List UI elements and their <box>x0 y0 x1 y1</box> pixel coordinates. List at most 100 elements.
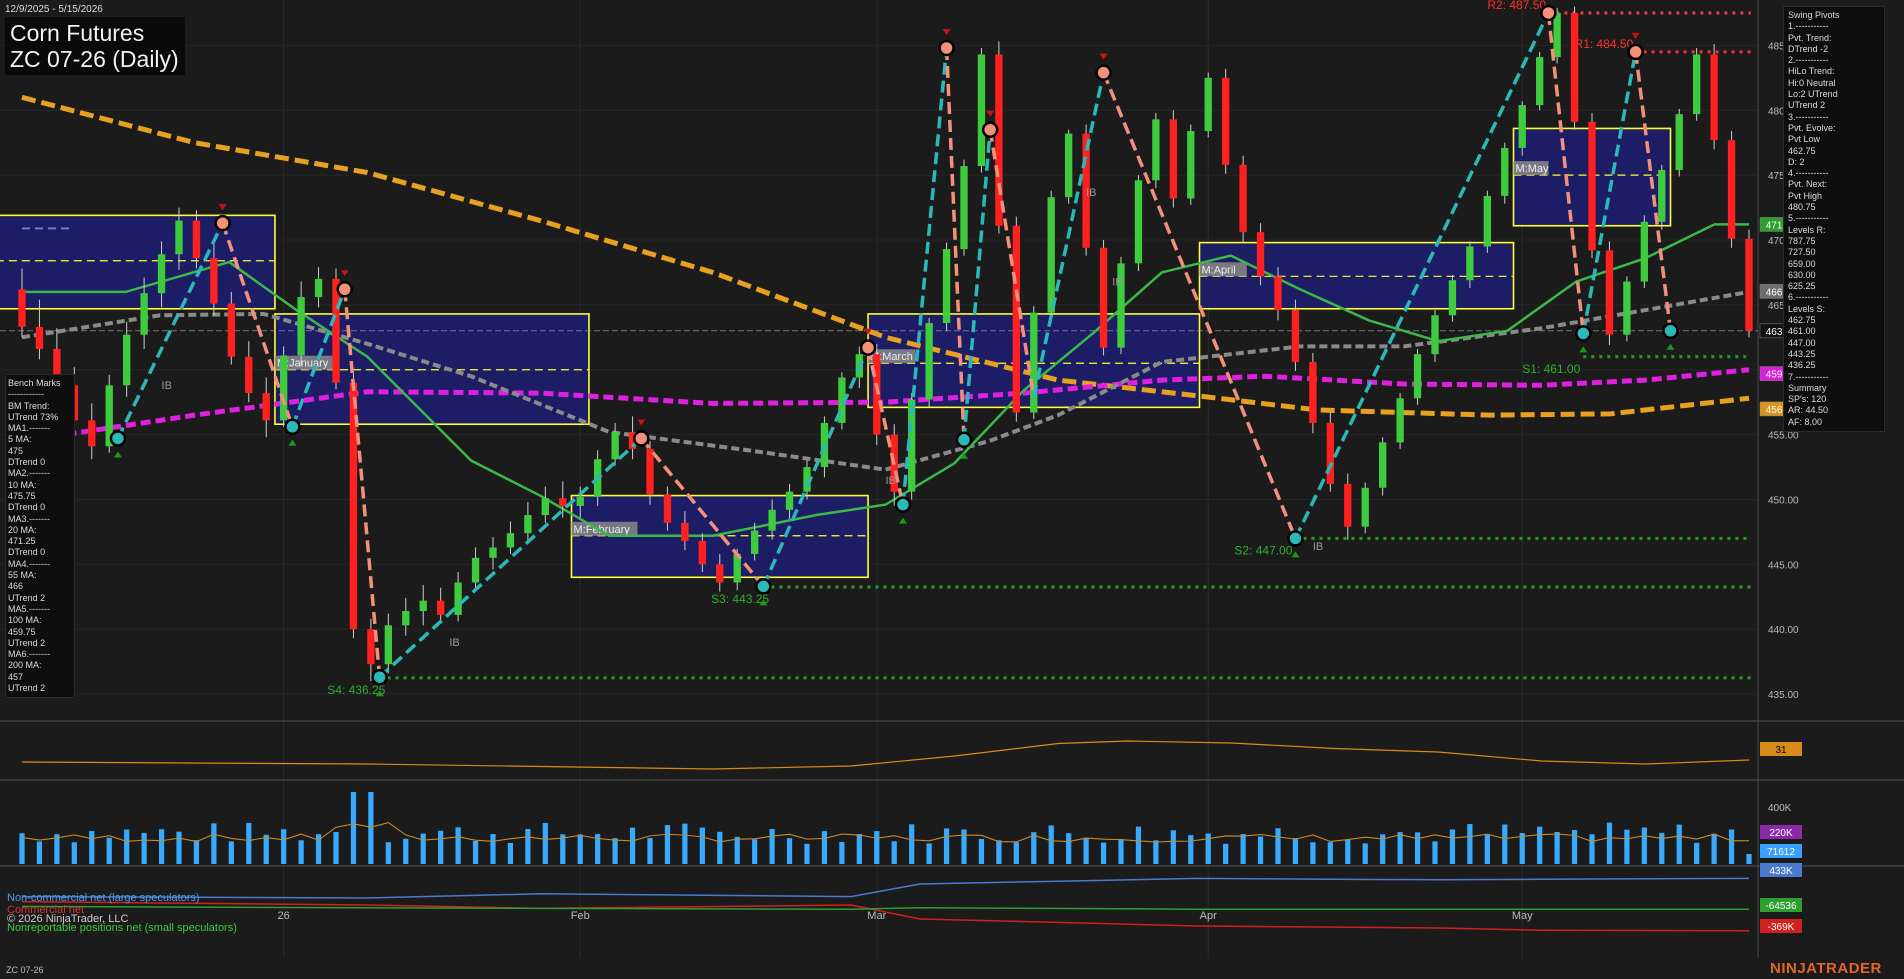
swing-pivots-line: 480.75 <box>1788 202 1816 213</box>
candle-body <box>1274 276 1282 311</box>
candle-body <box>1448 280 1457 316</box>
bench-marks-line: MA4.------- <box>8 558 50 569</box>
candle-body <box>1745 238 1753 331</box>
pivot-low-arrow <box>1291 551 1300 558</box>
swing-pivots-line: 4.----------- <box>1788 168 1829 179</box>
swing-pivots-line: Pvt High <box>1788 190 1823 201</box>
time-tick-label: Apr <box>1200 910 1217 922</box>
candle-body <box>175 220 183 255</box>
swing-pivots-lines: 1.----------- Pvt. Trend: DTrend -2 2.-----… <box>1788 21 1880 428</box>
pivot-high-arrow <box>986 110 995 117</box>
candle-body <box>1256 232 1265 277</box>
cot-noncommercial-line <box>21 877 1750 899</box>
swing-pivots-line: 436.25 <box>1788 360 1816 371</box>
bench-marks-line: 475.75 <box>8 490 36 501</box>
chart-title: Corn Futures ZC 07-26 (Daily) <box>5 17 185 75</box>
candle-body <box>559 498 567 506</box>
bench-marks-line: MA1.------- <box>8 423 50 434</box>
pivot-high-marker <box>336 281 353 298</box>
price-tick-label: 455.00 <box>1768 431 1799 442</box>
level-label: S2: 447.00 <box>1234 543 1292 557</box>
bench-marks-line: 459.75 <box>8 626 36 637</box>
candle-body <box>663 494 672 523</box>
swing-pivots-line: 443.25 <box>1788 348 1816 359</box>
candle-body <box>1727 140 1736 239</box>
candle-body <box>1658 169 1666 222</box>
candle-body <box>402 611 410 626</box>
bench-marks-line: UTrend 73% <box>8 411 59 422</box>
bench-marks-line: 20 MA: <box>8 524 37 535</box>
swing-pivots-line: 2.----------- <box>1788 55 1829 66</box>
candle-body <box>1675 114 1683 170</box>
candle-body <box>541 498 549 516</box>
bench-marks-line: 55 MA: <box>8 570 37 581</box>
candle-body <box>751 530 759 554</box>
bench-marks-line: DTrend 0 <box>8 457 46 468</box>
candle-body <box>471 557 480 583</box>
candle-body <box>1379 442 1387 488</box>
candle-body <box>1065 133 1073 198</box>
pivot-high-marker <box>633 430 650 447</box>
chart-canvas[interactable]: M:JanuaryM:FebruaryM:MarchM:AprilM:May R… <box>0 0 1904 979</box>
value-area-label: M:April <box>1202 264 1236 276</box>
bench-marks-line: 200 MA: <box>8 660 42 671</box>
pivot-low-arrow <box>898 517 907 524</box>
candle-body <box>1152 119 1160 181</box>
candle-body <box>942 249 951 324</box>
cot-flag-label: -64536 <box>1765 901 1797 912</box>
bench-marks-line: MA2.------- <box>8 468 50 479</box>
candle-body <box>1204 77 1212 132</box>
candle-body <box>1326 422 1334 484</box>
value-area-layer: M:JanuaryM:FebruaryM:MarchM:AprilM:May <box>0 127 1672 579</box>
candle-body <box>785 491 794 510</box>
inside-bar-label: IB <box>162 380 172 392</box>
pivot-low-arrow <box>1666 343 1675 350</box>
candle-body <box>611 432 619 460</box>
pivot-low-arrow <box>288 439 297 446</box>
candle-body <box>1134 180 1143 264</box>
bench-marks-line: UTrend 2 <box>8 637 46 648</box>
candle-body <box>1693 54 1701 115</box>
candle-body <box>977 54 986 167</box>
candle-body <box>489 547 497 558</box>
swing-pivots-line: 461.00 <box>1788 326 1816 337</box>
candle-body <box>1623 281 1631 335</box>
bench-marks-line: 475 <box>8 445 24 456</box>
candle-body <box>524 515 532 534</box>
swing-pivots-line: 727.50 <box>1788 247 1816 258</box>
swing-pivots-line: 462.75 <box>1788 315 1816 326</box>
inside-bar-label: IB <box>1313 541 1323 553</box>
bench-marks-line: 10 MA: <box>8 479 37 490</box>
bench-marks-panel: Bench Marks ------------ BM Trend: UTrend … <box>5 374 75 699</box>
candle-body <box>1309 361 1317 423</box>
candle-body <box>681 522 689 541</box>
candle-body <box>646 448 654 495</box>
bench-marks-line: UTrend 2 <box>8 683 46 694</box>
pivot-low-marker <box>284 418 301 436</box>
swing-pivots-line: 462.75 <box>1788 145 1816 156</box>
candle-body <box>227 303 235 357</box>
swing-pivots-line: Levels S: <box>1788 303 1826 314</box>
swing-pivots-line: AF: 8.00 <box>1788 416 1823 427</box>
candle-body <box>1413 354 1422 399</box>
pivot-high-marker <box>1540 4 1557 22</box>
swing-pivots-line: 7.----------- <box>1788 371 1829 382</box>
bench-marks-line: 471.25 <box>8 536 36 547</box>
time-tick-label: 26 <box>278 910 290 922</box>
bench-marks-line: 5 MA: <box>8 434 32 445</box>
candle-body <box>506 533 515 548</box>
pivot-low-marker <box>1287 530 1304 547</box>
candle-body <box>716 564 724 583</box>
candle-body <box>1570 12 1579 122</box>
candle-body <box>367 629 375 665</box>
swing-pivots-line: 625.25 <box>1788 281 1816 292</box>
pivot-low-arrow <box>113 451 122 458</box>
candle-body <box>1291 310 1300 362</box>
legend-noncommercial: Non-commercial net (large speculators) <box>7 892 200 904</box>
swing-pivots-line: Pvt. Next: <box>1788 179 1828 190</box>
value-area-label: M:May <box>1516 163 1550 175</box>
pivot-high-marker <box>1095 64 1112 81</box>
candle-body <box>1239 164 1247 233</box>
price-tick-label: 450.00 <box>1768 495 1799 506</box>
candle-body <box>18 289 26 327</box>
